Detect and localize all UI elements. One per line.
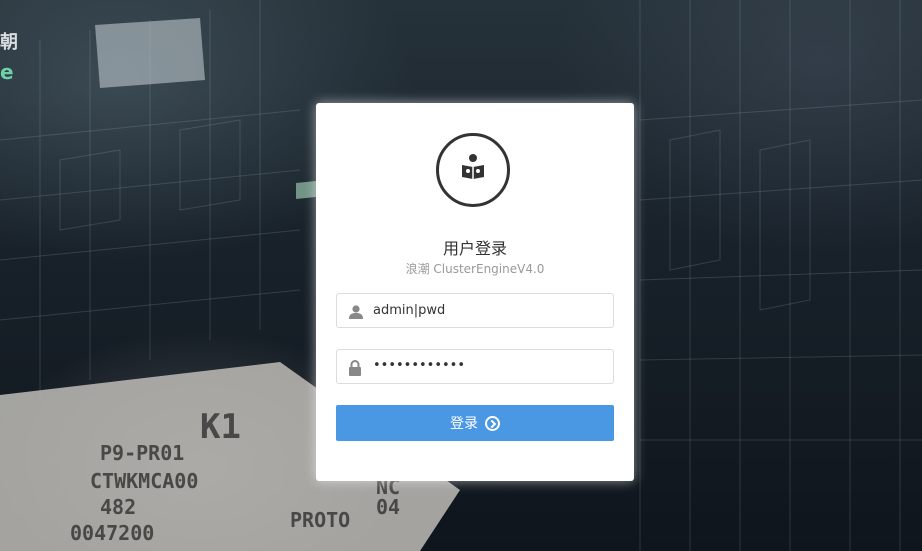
- login-card: 用户登录 浪潮 ClusterEngineV4.0 admin|pwd ••••…: [316, 103, 634, 481]
- chip-line-2: CTWKMCA00: [90, 469, 198, 493]
- chip-line-4: 0047200: [70, 521, 154, 545]
- login-title: 用户登录: [442, 239, 507, 258]
- user-reading-icon: [436, 133, 510, 207]
- login-subtitle: 浪潮 ClusterEngineV4.0: [405, 262, 545, 276]
- login-button[interactable]: 登录: [336, 405, 614, 441]
- username-input[interactable]: admin|pwd: [373, 303, 445, 318]
- brand-bottom-text: e: [0, 60, 14, 84]
- arrow-circle-right-icon: [485, 415, 500, 431]
- chip-line-3: 482: [100, 495, 136, 519]
- username-field[interactable]: admin|pwd: [336, 293, 614, 328]
- login-button-label: 登录: [450, 416, 478, 432]
- password-input[interactable]: ••••••••••••: [373, 358, 465, 373]
- chip-line-1: P9-PR01: [100, 441, 184, 465]
- password-field[interactable]: ••••••••••••: [336, 349, 614, 384]
- chip-side-3: PROTO: [290, 508, 350, 532]
- chip-logo: K1: [200, 407, 241, 447]
- chip-side-2: 04: [376, 495, 400, 519]
- brand-top-text: 朝: [0, 32, 18, 53]
- lock-icon: [348, 360, 362, 380]
- user-icon: [348, 304, 364, 323]
